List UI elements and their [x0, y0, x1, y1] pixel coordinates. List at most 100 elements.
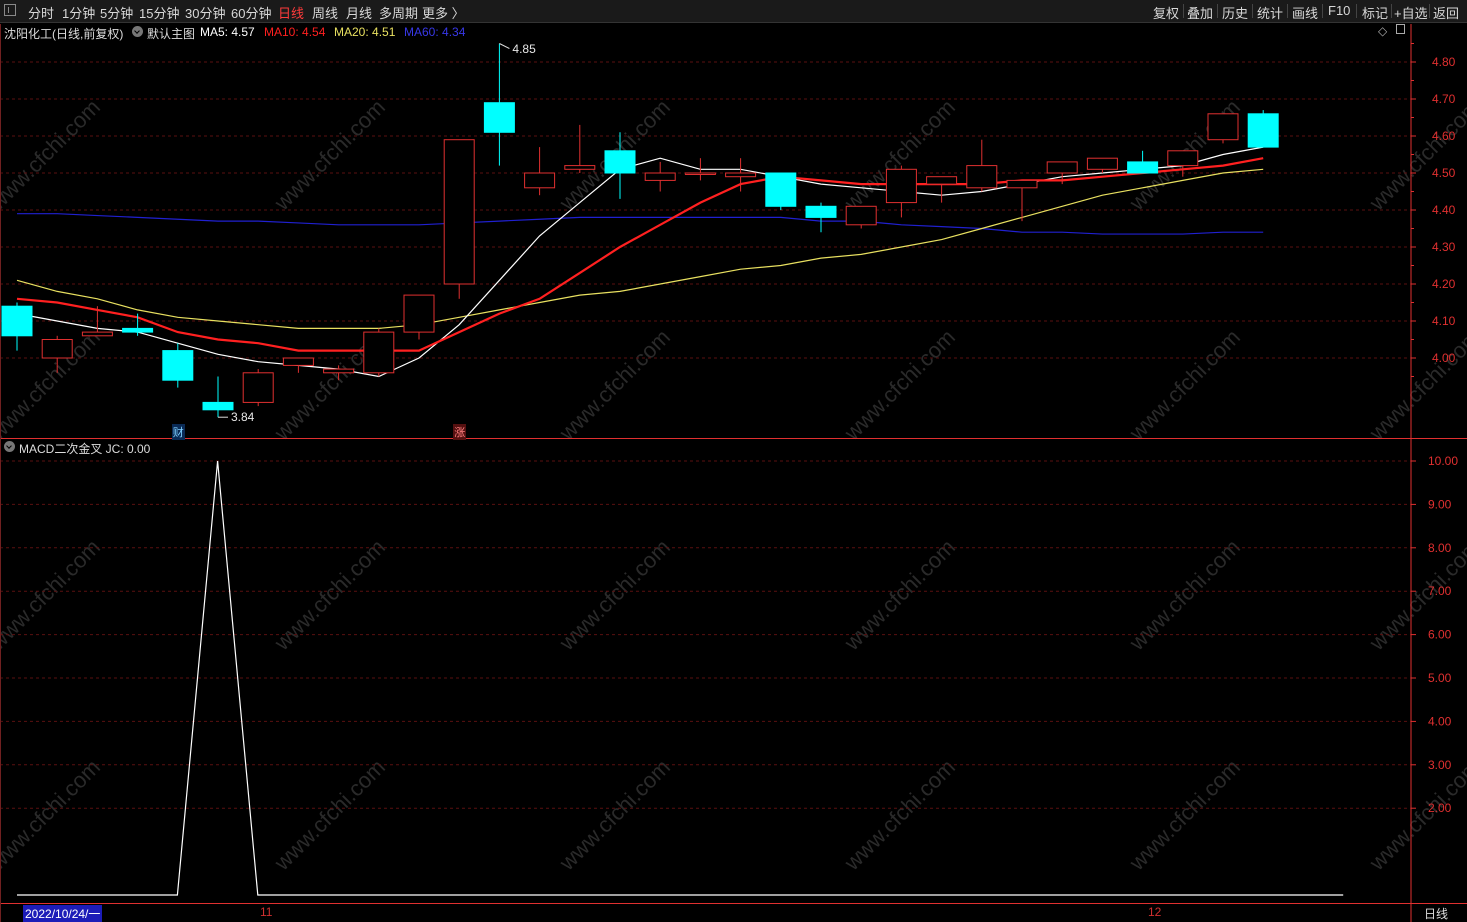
price-tick-label: 4.20 — [1432, 277, 1456, 291]
candle-up — [41, 339, 73, 359]
candle-down — [1247, 113, 1279, 148]
candle-up — [684, 172, 716, 175]
candle-up — [1006, 179, 1038, 189]
indicator-tick-label: 2.00 — [1428, 801, 1452, 815]
candle-up — [644, 172, 676, 181]
candle-down — [604, 150, 636, 174]
indicator-tick-label: 3.00 — [1428, 758, 1452, 772]
indicator-tick-label: 5.00 — [1428, 671, 1452, 685]
indicator-tick-label: 4.00 — [1428, 714, 1452, 728]
indicator-dropdown-icon[interactable] — [4, 441, 15, 452]
watermark-text: www.cfchi.com — [0, 534, 105, 655]
candle-up — [282, 357, 314, 366]
watermark-text: www.cfchi.com — [269, 94, 390, 215]
watermark-text: www.cfchi.com — [554, 534, 675, 655]
candle-up — [443, 139, 475, 285]
candle-down — [805, 205, 837, 218]
watermark-text: www.cfchi.com — [554, 754, 675, 875]
watermark-text: www.cfchi.com — [0, 754, 105, 875]
template-name[interactable]: 默认主图 — [147, 25, 195, 42]
candle-up — [845, 205, 877, 226]
ma60-label: MA60: 4.34 — [404, 25, 466, 39]
candle-up — [725, 172, 757, 178]
chart-frame — [0, 24, 1467, 922]
candle-down — [765, 172, 797, 207]
price-tick-label: 4.30 — [1432, 240, 1456, 254]
watermark-text: www.cfchi.com — [839, 754, 960, 875]
candle-down — [162, 350, 194, 381]
price-tick-label: 4.60 — [1432, 129, 1456, 143]
indicator-tick-label: 9.00 — [1428, 497, 1452, 511]
candle-down — [202, 401, 234, 411]
month-label-12: 12 — [1148, 905, 1162, 919]
high-price-label: 4.85 — [512, 41, 536, 56]
indicator-tick-label: 10.00 — [1428, 454, 1458, 468]
candle-up — [966, 165, 998, 189]
candle-down — [483, 102, 515, 133]
candle-up — [1207, 113, 1239, 141]
month-label-11: 11 — [260, 905, 273, 919]
price-tick-label: 4.80 — [1432, 55, 1456, 69]
watermark-text: www.cfchi.com — [839, 324, 960, 445]
candle-up — [1046, 161, 1078, 174]
indicator-label: MACD二次金叉 JC: 0.00 — [19, 442, 151, 456]
indicator-tick-label: 8.00 — [1428, 541, 1452, 555]
price-tick-label: 4.70 — [1432, 92, 1456, 106]
cursor-date-label: 2022/10/24/一 — [23, 905, 103, 922]
candle-up — [1167, 150, 1199, 167]
ma10-label: MA10: 4.54 — [264, 25, 326, 39]
indicator-tick-label: 6.00 — [1428, 628, 1452, 642]
stock-title: 沈阳化工(日线,前复权) — [4, 25, 123, 42]
ma60-line — [17, 213, 1264, 235]
candle-up — [323, 368, 355, 374]
candle-up — [564, 165, 596, 170]
watermark-text: www.cfchi.com — [1124, 534, 1245, 655]
watermark-text: www.cfchi.com — [0, 94, 105, 215]
watermark-text: www.cfchi.com — [1124, 324, 1245, 445]
candle-down — [1, 305, 33, 337]
candle-up — [242, 372, 274, 403]
stock-mode: (日线,前复权) — [52, 27, 124, 41]
candle-down — [122, 327, 154, 333]
watermark-text: www.cfchi.com — [1364, 94, 1467, 215]
watermark-text: www.cfchi.com — [1364, 534, 1467, 655]
indicator-tick-label: 7.00 — [1428, 584, 1452, 598]
ma20-label: MA20: 4.51 — [334, 25, 396, 39]
candle-up — [81, 331, 113, 337]
low-price-label: 3.84 — [231, 410, 255, 425]
limit-up-marker[interactable]: 涨 — [453, 424, 467, 440]
price-tick-label: 4.40 — [1432, 203, 1456, 217]
price-tick-label: 4.00 — [1432, 351, 1456, 365]
main-grid — [0, 61, 1411, 359]
watermark-text: www.cfchi.com — [269, 534, 390, 655]
watermark-text: www.cfchi.com — [1364, 754, 1467, 875]
watermark-text: www.cfchi.com — [554, 324, 675, 445]
candle-up — [403, 294, 435, 333]
watermark-text: www.cfchi.com — [1364, 324, 1467, 445]
ma5-label: MA5: 4.57 — [200, 25, 255, 39]
candle-up — [926, 176, 958, 185]
price-tick-label: 4.10 — [1432, 314, 1456, 328]
panel-layout-icon[interactable] — [1396, 24, 1405, 34]
kline-chart[interactable]: www.cfchi.com www.cfchi.com www.cfchi.com w… — [0, 0, 1467, 922]
candle-up — [363, 331, 395, 374]
high-pointer — [499, 43, 510, 49]
candle-up — [885, 168, 917, 204]
price-axis: 4.00 4.10 4.20 4.30 4.40 4.50 4.60 4.70 4.80 — [1411, 43, 1456, 377]
candle-down — [1127, 161, 1159, 174]
candle-up — [1086, 157, 1118, 170]
indicator-axis: 2.00 3.00 4.00 5.00 6.00 7.00 8.00 9.00 10.00 — [1411, 454, 1458, 815]
stock-name: 沈阳化工 — [4, 27, 53, 41]
template-dropdown-icon[interactable] — [132, 26, 143, 37]
watermark-text: www.cfchi.com — [269, 754, 390, 875]
watermark-text: www.cfchi.com — [839, 534, 960, 655]
ma10-line — [16, 157, 1264, 352]
watermark-text: www.cfchi.com — [1124, 754, 1245, 875]
period-button[interactable]: 日线 — [1424, 905, 1448, 922]
sub-grid — [0, 460, 1411, 809]
candle-up — [524, 172, 556, 189]
diamond-icon[interactable]: ◇ — [1378, 24, 1387, 38]
financial-marker[interactable]: 财 — [171, 424, 185, 440]
price-tick-label: 4.50 — [1432, 166, 1456, 180]
ma20-line — [16, 168, 1264, 329]
